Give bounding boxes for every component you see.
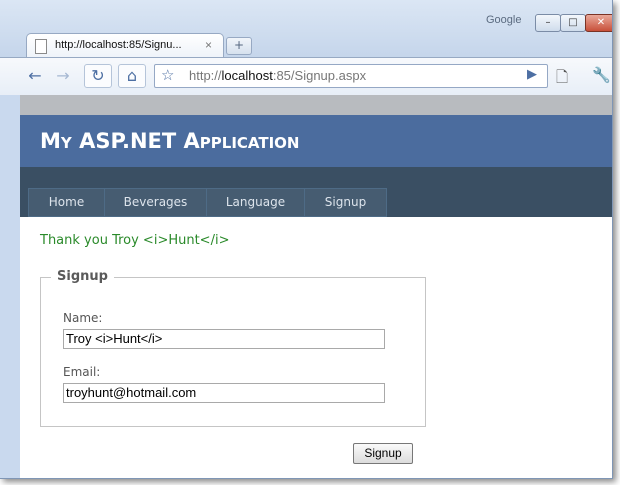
reload-icon[interactable]: ↻: [84, 64, 112, 88]
new-tab-button[interactable]: +: [226, 37, 252, 55]
forward-icon[interactable]: →: [50, 64, 76, 88]
address-bar[interactable]: ☆ http://localhost:85/Signup.aspx ▶: [154, 64, 548, 88]
site-title: My ASP.NET Application: [40, 129, 300, 153]
tab-close-icon[interactable]: ×: [205, 38, 212, 52]
menu-item-home[interactable]: Home: [28, 188, 105, 217]
site-menu: Home Beverages Language Signup: [28, 188, 387, 217]
url-prefix: http://: [189, 68, 222, 83]
title-bar: Google – □ ✕ http://localhost:85/Signu..…: [0, 0, 612, 62]
menu-item-beverages[interactable]: Beverages: [104, 188, 207, 217]
window-left-border: [0, 95, 20, 478]
back-icon[interactable]: ←: [22, 64, 48, 88]
thank-you-message: Thank you Troy <i>Hunt</i>: [40, 233, 230, 248]
menu-item-signup[interactable]: Signup: [304, 188, 387, 217]
menu-item-language[interactable]: Language: [206, 188, 305, 217]
url-path: :85/Signup.aspx: [272, 68, 367, 83]
page-menu-icon[interactable]: 🗋: [556, 67, 568, 92]
maximize-button[interactable]: □: [560, 14, 586, 32]
site-header: My ASP.NET Application: [20, 115, 612, 167]
close-window-button[interactable]: ✕: [585, 14, 612, 32]
url-text: http://localhost:85/Signup.aspx: [189, 68, 366, 83]
page-viewport: My ASP.NET Application Home Beverages La…: [20, 115, 612, 478]
home-icon[interactable]: ⌂: [118, 64, 146, 88]
browser-window: Google – □ ✕ http://localhost:85/Signu..…: [0, 0, 613, 479]
name-label: Name:: [63, 311, 103, 325]
brand-label: Google: [486, 14, 522, 26]
go-icon[interactable]: ▶: [527, 67, 537, 82]
tab-title: http://localhost:85/Signu...: [55, 39, 182, 51]
navigation-toolbar: ← → ↻ ⌂ ☆ http://localhost:85/Signup.asp…: [0, 57, 612, 96]
tab-signup[interactable]: http://localhost:85/Signu... ×: [26, 33, 224, 58]
email-label: Email:: [63, 365, 101, 379]
email-field[interactable]: troyhunt@hotmail.com: [63, 383, 385, 403]
signup-fieldset: Signup Name: Troy <i>Hunt</i> Email: tro…: [40, 269, 426, 427]
page-favicon-icon: [35, 39, 47, 54]
wrench-icon[interactable]: 🔧: [592, 66, 611, 84]
bookmark-star-icon[interactable]: ☆: [161, 66, 174, 84]
bookmark-bar: [20, 95, 612, 115]
url-host: localhost: [221, 68, 273, 83]
name-field[interactable]: Troy <i>Hunt</i>: [63, 329, 385, 349]
signup-legend: Signup: [51, 269, 114, 284]
minimize-button[interactable]: –: [535, 14, 561, 32]
signup-button[interactable]: Signup: [353, 443, 413, 464]
site-menu-bar: Home Beverages Language Signup: [20, 167, 612, 217]
